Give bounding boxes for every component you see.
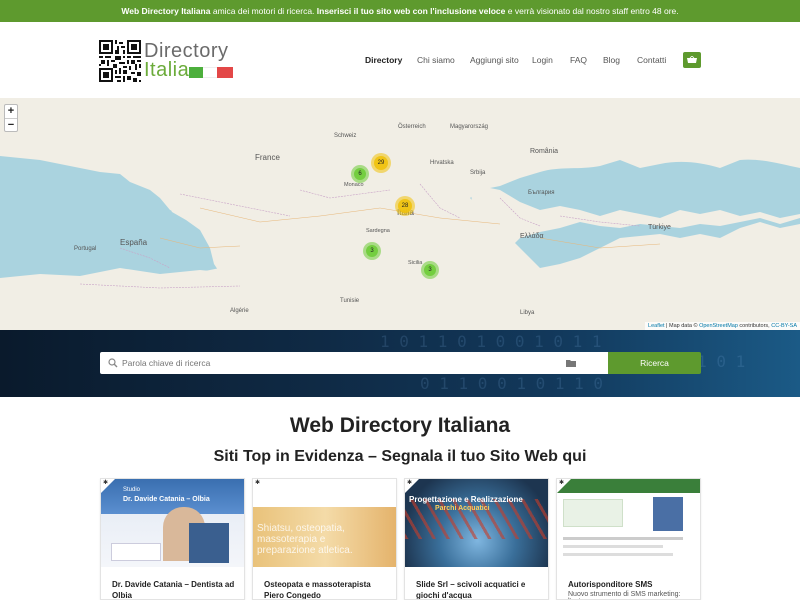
- featured-site-card[interactable]: Studio Dr. Davide Catania – Olbia ✱ Dr. …: [100, 478, 245, 600]
- card-thumbnail: Studio Dr. Davide Catania – Olbia: [101, 479, 244, 567]
- map-label: Türkiye: [648, 224, 671, 231]
- map-label: Schweiz: [334, 133, 357, 139]
- italian-flag-white: [203, 67, 217, 78]
- cluster-count: 3: [423, 263, 437, 277]
- map-label: Sardegna: [366, 228, 390, 234]
- map-label: Tunisie: [340, 298, 360, 304]
- search-button[interactable]: Ricerca: [608, 352, 701, 374]
- thumb-subheading: Parchi Acquatici: [435, 505, 490, 512]
- map-label: Hrvatska: [430, 160, 454, 166]
- card-thumbnail: [557, 479, 700, 567]
- featured-star-icon: ✱: [255, 480, 261, 486]
- announcement-brand: Web Directory Italiana: [121, 6, 211, 16]
- card-title[interactable]: Dr. Davide Catania – Dentista ad Olbia: [112, 579, 240, 599]
- map-zoom-control: + −: [4, 104, 18, 132]
- cluster-count: 28: [398, 199, 412, 213]
- binary-background: 1 0 1 1 0 1 0 0 1 0 1 1: [380, 332, 602, 351]
- nav-chi-siamo[interactable]: Chi siamo: [417, 55, 455, 69]
- attribution-contributors: contributors,: [737, 323, 772, 329]
- card-thumbnail: Shiatsu, osteopatia, massoterapia e prep…: [253, 479, 396, 567]
- featured-site-card[interactable]: ✱ Autorisponditore SMS Nuovo strumento d…: [556, 478, 701, 600]
- featured-star-icon: ✱: [103, 480, 109, 486]
- thumb-panel: [189, 523, 229, 563]
- site-logo[interactable]: Directory Italia: [99, 40, 239, 82]
- cluster-count: 6: [353, 167, 367, 181]
- osm-link[interactable]: OpenStreetMap: [699, 323, 738, 329]
- thumb-heading: Shiatsu, osteopatia, massoterapia e prep…: [257, 523, 353, 556]
- thumb-line: [563, 545, 663, 548]
- card-thumbnail: Progettazione e Realizzazione Parchi Acq…: [405, 479, 548, 567]
- featured-site-card[interactable]: Progettazione e Realizzazione Parchi Acq…: [404, 478, 549, 600]
- card-title[interactable]: Autorisponditore SMS: [568, 579, 696, 590]
- thumb-textbox: [111, 543, 161, 561]
- nav-contatti[interactable]: Contatti: [637, 55, 666, 69]
- cluster-count: 3: [365, 244, 379, 258]
- map-label: Sicilia: [408, 260, 423, 266]
- map-cluster-marker[interactable]: 3: [421, 261, 439, 279]
- search-field[interactable]: [100, 352, 608, 374]
- map-label: Algérie: [230, 308, 249, 314]
- attribution-text: | Map data ©: [664, 323, 700, 329]
- featured-star-icon: ✱: [407, 480, 413, 486]
- thumb-phone: [653, 497, 683, 531]
- cart-button[interactable]: [683, 52, 701, 68]
- map-label: France: [255, 153, 280, 162]
- card-description: Nuovo strumento di SMS marketing: l'auto: [568, 591, 681, 599]
- sites-map[interactable]: France Italia España Schweiz Österreich …: [0, 98, 800, 330]
- logo-text-italia: Italia: [144, 59, 190, 81]
- announcement-bar: Web Directory Italiana amica dei motori …: [0, 0, 800, 22]
- folder-icon[interactable]: [566, 359, 576, 367]
- nav-directory[interactable]: Directory: [365, 55, 402, 69]
- map-label: España: [120, 238, 148, 247]
- announcement-highlight: Inserisci il tuo sito web con l'inclusio…: [316, 6, 506, 16]
- page-title: Web Directory Italiana: [289, 414, 511, 437]
- leaflet-link[interactable]: Leaflet: [648, 323, 665, 329]
- italian-flag-red: [217, 67, 233, 78]
- thumb-label: Studio: [123, 487, 141, 493]
- map-label: România: [530, 148, 559, 155]
- nav-aggiungi-sito[interactable]: Aggiungi sito: [470, 55, 519, 69]
- search-banner: 1 0 1 1 0 1 0 0 1 0 1 1 0 1 1 0 0 1 0 1 …: [0, 330, 800, 397]
- thumb-line: [563, 553, 673, 556]
- thumb-line: [563, 537, 683, 540]
- map-cluster-marker[interactable]: 28: [395, 196, 415, 216]
- cluster-count: 29: [374, 156, 388, 170]
- announcement-text: amica dei motori di ricerca.: [210, 6, 317, 16]
- qr-code-icon: [99, 40, 141, 82]
- thumb-block: [563, 499, 623, 527]
- map-label: Magyarország: [450, 124, 489, 130]
- italian-flag-green: [189, 67, 203, 78]
- card-title[interactable]: Osteopata e massoterapista Piero Congedo: [264, 579, 392, 599]
- search-input[interactable]: [122, 352, 542, 374]
- card-title[interactable]: Slide Srl – scivoli acquatici e giochi d…: [416, 579, 544, 599]
- map-label: Ελλάδα: [520, 233, 544, 240]
- binary-background: 0 1 1 0 0 1 0 1 1 0: [420, 374, 604, 393]
- thumb-navbar: [557, 479, 700, 493]
- nav-blog[interactable]: Blog: [603, 55, 620, 69]
- nav-login[interactable]: Login: [532, 55, 553, 69]
- map-attribution: Leaflet | Map data © OpenStreetMap contr…: [645, 322, 800, 330]
- map-label: Srbija: [470, 170, 486, 176]
- thumb-heading: Dr. Davide Catania – Olbia: [123, 496, 210, 503]
- map-cluster-marker[interactable]: 3: [363, 242, 381, 260]
- map-label: Österreich: [398, 124, 426, 130]
- map-label: България: [528, 190, 555, 196]
- thumb-navbar: [253, 479, 396, 507]
- thumb-heading: Progettazione e Realizzazione: [409, 495, 523, 504]
- shopping-basket-icon: [687, 56, 697, 63]
- site-header: Directory Italia Directory Chi siamo Agg…: [0, 22, 800, 98]
- cc-license-link[interactable]: CC-BY-SA: [771, 323, 797, 329]
- map-cluster-marker[interactable]: 29: [371, 153, 391, 173]
- featured-star-icon: ✱: [559, 480, 565, 486]
- map-cluster-marker[interactable]: 6: [351, 165, 369, 183]
- search-icon: [108, 358, 118, 368]
- section-subtitle[interactable]: Siti Top in Evidenza – Segnala il tuo Si…: [0, 448, 800, 466]
- map-label: Libya: [520, 310, 535, 316]
- nav-faq[interactable]: FAQ: [570, 55, 587, 69]
- map-label: Portugal: [74, 246, 97, 252]
- zoom-in-button[interactable]: +: [5, 105, 17, 118]
- featured-site-card[interactable]: Shiatsu, osteopatia, massoterapia e prep…: [252, 478, 397, 600]
- zoom-out-button[interactable]: −: [5, 118, 17, 131]
- announcement-text-end: e verrà visionato dal nostro staff entro…: [505, 6, 679, 16]
